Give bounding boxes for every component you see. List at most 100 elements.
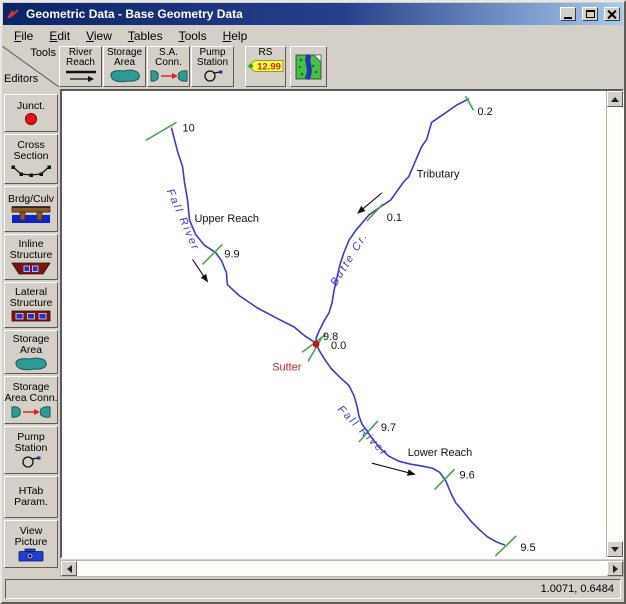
storage-area-conn-icon: [10, 404, 52, 419]
schematic-canvas[interactable]: 10 9.9 0.2 0.1 9.8 0.0 9.7 9.6 9.5 Upper…: [62, 91, 606, 557]
river-reach-icon: [63, 68, 99, 84]
xs-tick-9.5[interactable]: [495, 536, 516, 556]
horizontal-scrollbar-row: [2, 560, 624, 577]
station-label-9.7: 9.7: [381, 422, 396, 434]
view-picture-button-label: View Picture: [4, 526, 58, 548]
storage-area-conn-button-label: Storage Area Conn.: [4, 382, 58, 404]
minimize-button[interactable]: [560, 7, 576, 21]
title-bar: Geometric Data - Base Geometry Data: [3, 3, 623, 25]
fall-river-lower-reach-line[interactable]: [316, 343, 504, 545]
junction-dot-sutter[interactable]: [313, 341, 319, 347]
upper-reach-label: Upper Reach: [195, 213, 260, 225]
menu-view[interactable]: View: [78, 27, 120, 45]
sidebar-button-htab-param[interactable]: HTab Param.: [4, 476, 58, 518]
sa-connection-tool-button[interactable]: S.A. Conn.: [147, 46, 190, 87]
vertical-scroll-track[interactable]: [607, 107, 622, 541]
menu-help[interactable]: Help: [215, 27, 256, 45]
app-icon: [6, 7, 22, 21]
scroll-left-button[interactable]: [61, 561, 77, 576]
tools-editors-corner: Tools Editors: [2, 46, 59, 87]
lateral-structure-button-label: Lateral Structure: [4, 287, 58, 309]
rs-value: 12.99: [257, 62, 281, 73]
lower-reach-flow-arrow: [372, 463, 415, 474]
editors-corner-label: Editors: [4, 73, 38, 85]
minimize-icon: [564, 17, 572, 19]
inline-structure-icon: [10, 261, 52, 276]
pump-station-button-label: Pump Station: [4, 432, 58, 454]
view-picture-tool-button[interactable]: [290, 46, 327, 87]
pump-station-tool-button[interactable]: Pump Station: [191, 46, 234, 87]
river-reach-tool-button[interactable]: River Reach: [59, 46, 102, 87]
horizontal-scroll-track[interactable]: [77, 561, 607, 576]
scrollbar-spacer: [2, 560, 60, 577]
left-arrow-icon: [67, 565, 72, 573]
storage-area-button-label: Storage Area: [4, 334, 58, 356]
lower-reach-label: Lower Reach: [408, 447, 473, 459]
close-button[interactable]: [604, 7, 620, 21]
pump-station-icon: [18, 454, 44, 469]
horizontal-scrollbar[interactable]: [60, 560, 624, 577]
sa-connection-icon: [150, 68, 188, 83]
scroll-right-button[interactable]: [607, 561, 623, 576]
rs-tag-icon: 12.99: [247, 58, 285, 74]
cursor-coordinates: 1.0071, 0.6484: [541, 583, 614, 595]
menu-edit[interactable]: Edit: [41, 27, 78, 45]
junction-label-sutter: Sutter: [272, 361, 302, 373]
right-arrow-icon: [613, 565, 618, 573]
menu-tables[interactable]: Tables: [120, 27, 171, 45]
scroll-down-button[interactable]: [607, 541, 623, 557]
river-reach-tool-label: River Reach: [60, 48, 101, 68]
scroll-up-button[interactable]: [607, 91, 623, 107]
tools-corner-label: Tools: [30, 47, 56, 59]
sidebar-button-pump-station[interactable]: Pump Station: [4, 426, 58, 474]
station-label-0.0: 0.0: [331, 340, 346, 352]
junction-icon: [23, 112, 39, 126]
river-picture-icon: [295, 54, 322, 80]
river-schematic: 10 9.9 0.2 0.1 9.8 0.0 9.7 9.6 9.5 Upper…: [62, 91, 606, 557]
menu-tools[interactable]: Tools: [171, 27, 215, 45]
junction-button-label: Junct.: [4, 101, 58, 112]
toolbar: Tools Editors River Reach Storage Area S…: [2, 46, 624, 89]
editor-sidebar: Junct. Cross Section Brdg/Culv: [2, 89, 60, 559]
station-label-9.6: 9.6: [460, 469, 475, 481]
maximize-button[interactable]: [582, 7, 598, 21]
window-title: Geometric Data - Base Geometry Data: [26, 7, 556, 21]
xs-tick-0.0[interactable]: [308, 337, 322, 361]
canvas-frame: 10 9.9 0.2 0.1 9.8 0.0 9.7 9.6 9.5 Upper…: [60, 89, 624, 559]
sidebar-button-lateral-structure[interactable]: Lateral Structure: [4, 282, 58, 328]
xs-tick-0.1[interactable]: [367, 204, 383, 221]
sidebar-button-storage-area[interactable]: Storage Area: [4, 330, 58, 374]
xs-tick-9.9[interactable]: [202, 244, 222, 264]
sidebar-button-bridge-culvert[interactable]: Brdg/Culv: [4, 186, 58, 232]
vertical-scrollbar[interactable]: [606, 91, 622, 557]
menu-bar: File Edit View Tables Tools Help: [2, 26, 624, 46]
down-arrow-icon: [611, 547, 619, 552]
pump-station-tool-label: Pump Station: [192, 48, 233, 68]
cross-section-icon: [10, 162, 52, 179]
station-label-0.2: 0.2: [477, 106, 492, 118]
pump-station-icon: [201, 68, 225, 83]
close-icon: [607, 10, 617, 19]
station-label-9.9: 9.9: [224, 248, 239, 260]
maximize-icon: [586, 10, 595, 18]
bridge-culvert-button-label: Brdg/Culv: [4, 194, 58, 205]
sidebar-button-cross-section[interactable]: Cross Section: [4, 134, 58, 184]
main-area: Junct. Cross Section Brdg/Culv: [2, 89, 624, 559]
lateral-structure-icon: [10, 309, 52, 323]
sidebar-button-junction[interactable]: Junct.: [4, 94, 58, 132]
up-arrow-icon: [611, 97, 619, 102]
station-label-10: 10: [183, 122, 195, 134]
sa-connection-tool-label: S.A. Conn.: [148, 48, 189, 68]
xs-tick-0.2[interactable]: [466, 96, 474, 110]
xs-tick-9.6[interactable]: [435, 469, 455, 489]
rs-locator-button[interactable]: RS 12.99: [245, 46, 286, 87]
menu-file[interactable]: File: [6, 27, 41, 45]
sidebar-button-storage-area-conn[interactable]: Storage Area Conn.: [4, 376, 58, 424]
storage-area-tool-button[interactable]: Storage Area: [103, 46, 146, 87]
station-label-0.1: 0.1: [387, 212, 402, 224]
sidebar-button-inline-structure[interactable]: Inline Structure: [4, 234, 58, 280]
station-label-9.5: 9.5: [520, 542, 535, 554]
storage-area-icon: [12, 356, 50, 371]
cross-section-button-label: Cross Section: [4, 140, 58, 162]
tributary-label: Tributary: [417, 169, 460, 181]
